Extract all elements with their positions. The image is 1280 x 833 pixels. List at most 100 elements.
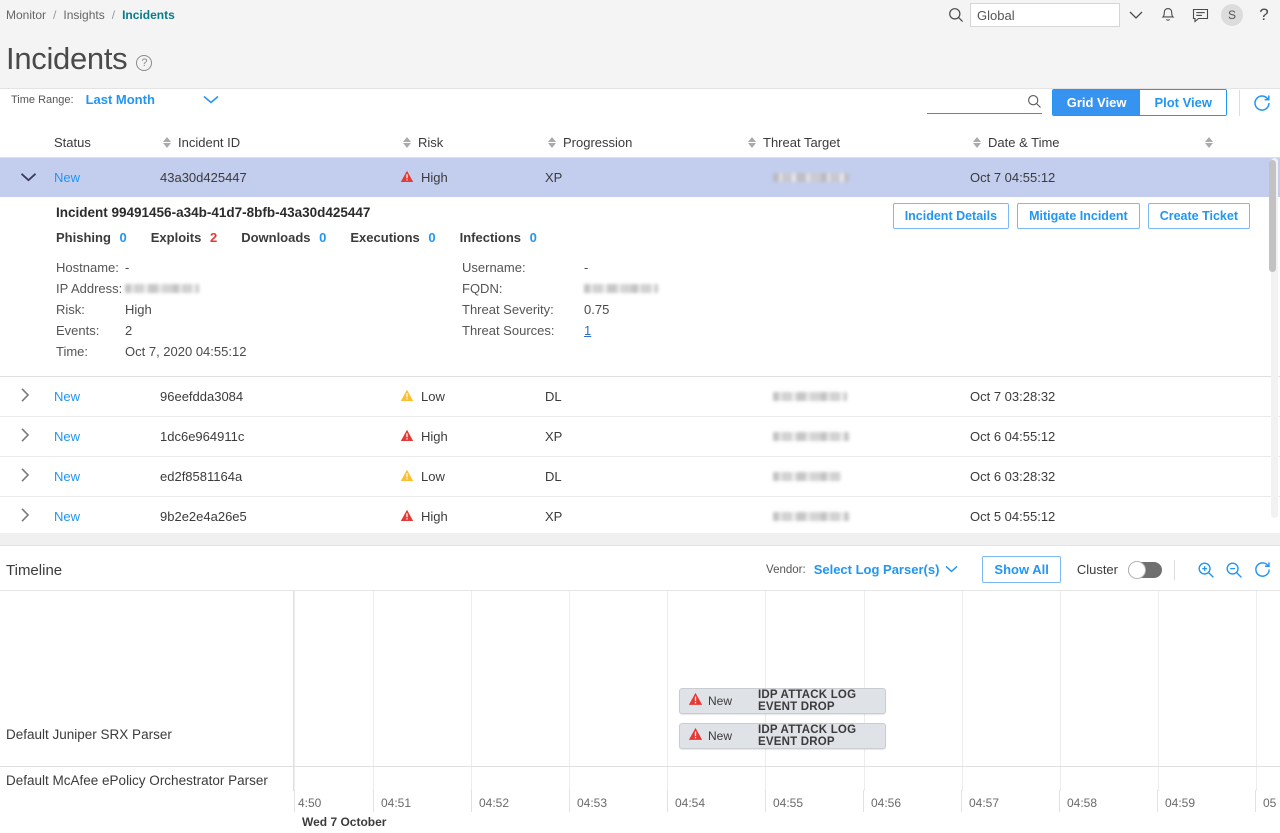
row-expander[interactable] bbox=[0, 169, 54, 186]
row-expander[interactable] bbox=[0, 387, 54, 407]
grid-view-button[interactable]: Grid View bbox=[1053, 90, 1141, 115]
field-value: 2 bbox=[125, 323, 132, 338]
show-all-button[interactable]: Show All bbox=[982, 556, 1060, 583]
zoom-in-icon[interactable] bbox=[1197, 561, 1215, 579]
bell-icon[interactable] bbox=[1152, 0, 1184, 30]
column-header-threat-target[interactable]: Threat Target bbox=[745, 135, 970, 150]
chevron-down-icon[interactable] bbox=[945, 564, 958, 576]
incident-details-button[interactable]: Incident Details bbox=[893, 203, 1009, 229]
cell-risk: Low bbox=[400, 469, 545, 485]
row-expander[interactable] bbox=[0, 507, 54, 527]
global-search-input[interactable] bbox=[970, 3, 1120, 27]
chevron-down-icon[interactable] bbox=[203, 93, 219, 107]
create-ticket-button[interactable]: Create Ticket bbox=[1148, 203, 1250, 229]
sort-icon[interactable] bbox=[400, 137, 414, 148]
grid-search-input[interactable] bbox=[927, 92, 1042, 114]
cell-status[interactable]: New bbox=[54, 469, 160, 484]
axis-tick-label: 4:50 bbox=[298, 796, 321, 810]
table-row[interactable]: New 1dc6e964911c High XP Oct 6 04:55:12 bbox=[0, 417, 1280, 457]
threat-sources-link[interactable]: 1 bbox=[584, 323, 591, 338]
mitigate-incident-button[interactable]: Mitigate Incident bbox=[1017, 203, 1140, 229]
cell-status[interactable]: New bbox=[54, 389, 160, 404]
chevron-right-icon[interactable] bbox=[0, 390, 30, 407]
row-expander[interactable] bbox=[0, 427, 54, 447]
stat-chip-exploits: Exploits 2 bbox=[151, 230, 217, 245]
lane-label-juniper[interactable]: Default Juniper SRX Parser bbox=[6, 727, 172, 742]
chip-count: 0 bbox=[319, 230, 326, 245]
column-header-date-time[interactable]: Date & Time bbox=[970, 135, 1202, 150]
breadcrumb-item-insights[interactable]: Insights bbox=[63, 8, 104, 22]
risk-label: High bbox=[421, 509, 448, 524]
table-scrollbar[interactable] bbox=[1271, 158, 1278, 518]
grid-search[interactable] bbox=[927, 92, 1042, 114]
column-header-actions[interactable] bbox=[1202, 137, 1242, 148]
table-row[interactable]: New ed2f8581164a Low DL Oct 6 03:28:32 bbox=[0, 457, 1280, 497]
column-header-status[interactable]: Status bbox=[54, 135, 160, 150]
log-parser-select[interactable]: Select Log Parser(s) bbox=[814, 562, 940, 577]
help-icon[interactable]: ? bbox=[1248, 0, 1280, 30]
table-row[interactable]: New 96eefdda3084 Low DL Oct 7 03:28:32 bbox=[0, 377, 1280, 417]
field-label: Username: bbox=[462, 260, 584, 275]
time-range-control[interactable]: Time Range: Last Month bbox=[11, 92, 219, 107]
sort-icon[interactable] bbox=[160, 137, 174, 148]
table-row[interactable]: New 9b2e2e4a26e5 High XP Oct 5 04:55:12 bbox=[0, 497, 1280, 537]
column-header-incident-id[interactable]: Incident ID bbox=[160, 135, 400, 150]
field-value bbox=[584, 281, 658, 296]
field-risk: Risk: High bbox=[0, 299, 462, 320]
sort-icon[interactable] bbox=[970, 137, 984, 148]
column-label: Progression bbox=[563, 135, 632, 150]
search-icon[interactable] bbox=[1027, 94, 1042, 114]
search-icon[interactable] bbox=[942, 7, 970, 23]
status-badge[interactable]: New bbox=[54, 469, 80, 484]
incident-fields-left: Hostname: - IP Address: Risk: High bbox=[0, 257, 462, 362]
breadcrumb-item-incidents[interactable]: Incidents bbox=[122, 8, 175, 22]
zoom-out-icon[interactable] bbox=[1225, 561, 1243, 579]
refresh-icon[interactable] bbox=[1252, 93, 1272, 113]
stat-chip-executions: Executions 0 bbox=[350, 230, 435, 245]
field-value: Oct 7, 2020 04:55:12 bbox=[125, 344, 246, 359]
time-range-value[interactable]: Last Month bbox=[86, 92, 155, 107]
field-hostname: Hostname: - bbox=[0, 257, 462, 278]
cluster-toggle[interactable] bbox=[1128, 562, 1162, 578]
avatar-initial: S bbox=[1221, 4, 1243, 26]
sort-icon[interactable] bbox=[545, 137, 559, 148]
row-expander[interactable] bbox=[0, 467, 54, 487]
cell-status[interactable]: New bbox=[54, 170, 160, 185]
table-row[interactable]: New 43a30d425447 High XP Oct 7 04:55:12 bbox=[0, 158, 1280, 197]
chevron-right-icon[interactable] bbox=[0, 470, 30, 487]
timeline-plot-area[interactable]: New IDP ATTACK LOG EVENT DROP New IDP AT… bbox=[294, 591, 1280, 791]
status-badge[interactable]: New bbox=[54, 509, 80, 524]
avatar[interactable]: S bbox=[1216, 0, 1248, 30]
incident-fields-right: Username: - FQDN: Threat Severity: 0.75 bbox=[462, 257, 962, 362]
breadcrumb-item-monitor[interactable]: Monitor bbox=[6, 8, 46, 22]
cell-status[interactable]: New bbox=[54, 509, 160, 524]
cluster-label: Cluster bbox=[1077, 562, 1118, 577]
chevron-down-icon[interactable] bbox=[1120, 0, 1152, 30]
incident-field-grid: Hostname: - IP Address: Risk: High bbox=[0, 257, 1280, 362]
chip-label: Executions bbox=[350, 230, 419, 245]
timeline-event-badge[interactable]: New IDP ATTACK LOG EVENT DROP bbox=[679, 723, 886, 749]
masked-value bbox=[773, 432, 849, 441]
chevron-down-icon[interactable] bbox=[0, 169, 37, 186]
cell-status[interactable]: New bbox=[54, 429, 160, 444]
chip-count: 2 bbox=[210, 230, 217, 245]
timeline-event-badge[interactable]: New IDP ATTACK LOG EVENT DROP bbox=[679, 688, 886, 714]
status-badge[interactable]: New bbox=[54, 389, 80, 404]
column-header-risk[interactable]: Risk bbox=[400, 135, 545, 150]
column-header-progression[interactable]: Progression bbox=[545, 135, 745, 150]
lane-label-mcafee[interactable]: Default McAfee ePolicy Orchestrator Pars… bbox=[6, 773, 268, 788]
status-badge[interactable]: New bbox=[54, 429, 80, 444]
chevron-right-icon[interactable] bbox=[0, 510, 30, 527]
vendor-label: Vendor: bbox=[766, 564, 806, 576]
refresh-icon[interactable] bbox=[1253, 560, 1272, 579]
chevron-right-icon[interactable] bbox=[0, 430, 30, 447]
chat-icon[interactable] bbox=[1184, 0, 1216, 30]
status-badge[interactable]: New bbox=[54, 170, 80, 185]
column-label: Status bbox=[54, 135, 91, 150]
page-help-icon[interactable]: ? bbox=[136, 55, 152, 71]
sort-icon[interactable] bbox=[745, 137, 759, 148]
plot-view-button[interactable]: Plot View bbox=[1140, 90, 1226, 115]
sort-icon[interactable] bbox=[1202, 137, 1216, 148]
field-label: Threat Sources: bbox=[462, 323, 584, 338]
scrollbar-thumb[interactable] bbox=[1269, 160, 1276, 272]
